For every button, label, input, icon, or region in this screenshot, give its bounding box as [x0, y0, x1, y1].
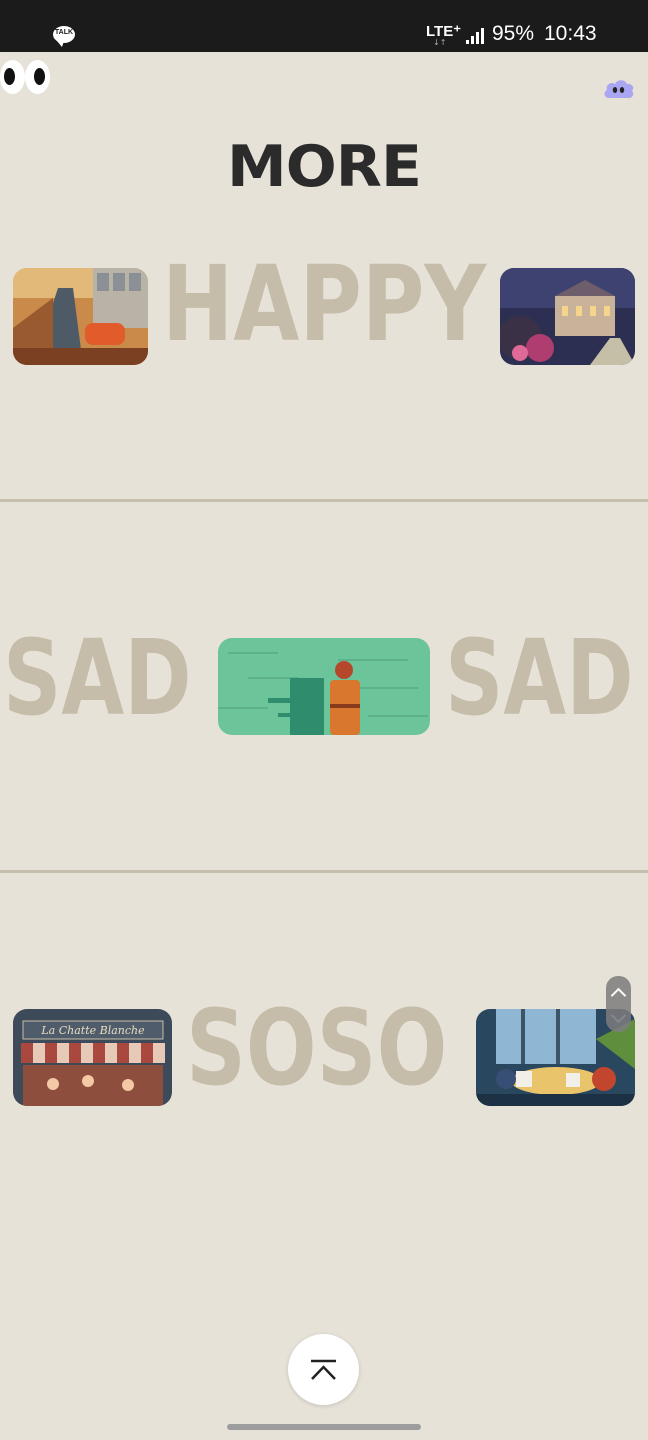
section-divider: [0, 499, 648, 502]
section-word-happy: HAPPY: [162, 243, 487, 365]
section-word-sad-left: SAD: [3, 617, 192, 739]
home-gesture-bar[interactable]: [227, 1424, 421, 1430]
kakaotalk-icon: TALK: [53, 26, 75, 47]
battery-level: 95%: [492, 22, 535, 45]
chevron-up-icon: [311, 1359, 336, 1380]
soso-thumbnail-left[interactable]: La Chatte Blanche: [13, 1009, 172, 1106]
shopfront-sign: La Chatte Blanche: [40, 1024, 145, 1037]
sad-thumbnail[interactable]: [218, 638, 430, 735]
eyes-icon[interactable]: [0, 60, 52, 96]
signal-icon: [466, 28, 486, 44]
scroll-to-top-button[interactable]: [288, 1334, 359, 1405]
section-divider: [0, 870, 648, 873]
chevron-down-icon: [610, 1007, 627, 1024]
section-word-soso: SOSO: [186, 987, 448, 1109]
section-word-sad-right: SAD: [445, 617, 634, 739]
clock: 10:43: [544, 22, 597, 45]
page-title: MORE: [227, 133, 422, 201]
chevron-up-icon: [610, 987, 627, 1004]
happy-thumbnail-left[interactable]: [13, 268, 148, 365]
scrollbar-handle[interactable]: [606, 976, 631, 1032]
status-bar: TALK LTE⁺ ↓↑ 95% 10:43: [0, 0, 648, 52]
cloud-icon[interactable]: [603, 78, 635, 100]
happy-thumbnail-right[interactable]: [500, 268, 635, 365]
data-arrows-icon: ↓↑: [433, 38, 447, 47]
